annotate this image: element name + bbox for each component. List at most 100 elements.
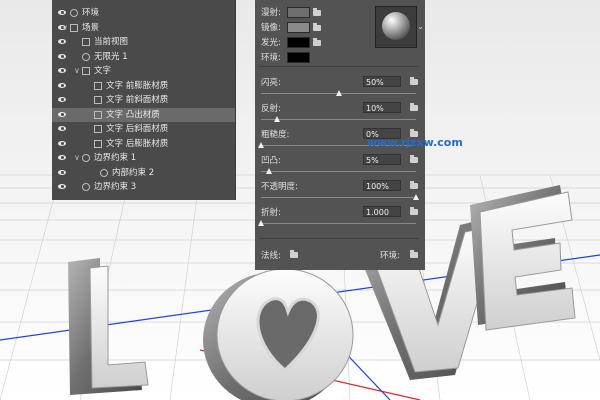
scene-layer-row[interactable]: 环境: [52, 6, 235, 20]
text-3d-icon: [82, 67, 90, 75]
color-swatch[interactable]: [287, 22, 310, 33]
texture-folder-icon[interactable]: [410, 207, 418, 215]
slider-handle[interactable]: [413, 194, 419, 200]
constraint-icon: [82, 154, 90, 162]
slider-handle[interactable]: [273, 116, 280, 122]
light-icon: [82, 52, 90, 61]
visibility-eye-icon[interactable]: [58, 111, 66, 117]
color-swatch[interactable]: [287, 52, 310, 63]
slider-handle[interactable]: [335, 90, 342, 96]
visibility-eye-icon[interactable]: [58, 140, 66, 146]
texture-folder-icon[interactable]: [313, 8, 321, 16]
material-icon: [94, 125, 102, 133]
material-icon: [94, 139, 102, 148]
material-icon: [94, 110, 102, 119]
watermark-text: www.rjzxw.com: [367, 136, 463, 149]
texture-folder-icon[interactable]: [410, 77, 418, 85]
normal-map-folder-icon[interactable]: [290, 250, 298, 258]
slider-label: 闪亮:: [261, 78, 281, 88]
slider-label: 粗糙度:: [261, 130, 290, 140]
scene-layer-row[interactable]: ∨ 场景: [52, 21, 235, 35]
visibility-eye-icon[interactable]: [58, 126, 66, 131]
material-icon: [94, 96, 102, 104]
slider-track[interactable]: [261, 223, 416, 224]
scene-layer-row[interactable]: 文字 后斜面材质: [52, 122, 235, 136]
material-icon: [94, 81, 102, 90]
3d-scene-panel: 环境 ∨ 场景当前视图无限光 1 ∨ 文字文字 前膨胀材质文字 前斜面材质 文字 凸出材质…: [52, 0, 236, 200]
scene-layer-row[interactable]: 文字 凸出材质: [52, 107, 235, 122]
slider-handle[interactable]: [265, 168, 272, 174]
slider-track[interactable]: [261, 119, 416, 120]
color-row-label: 漫射:: [261, 8, 281, 18]
scene-layer-label: 文字: [94, 66, 112, 76]
slider-track[interactable]: [261, 197, 416, 198]
visibility-eye-icon[interactable]: [58, 97, 66, 102]
scene-layer-row[interactable]: 当前视图: [52, 35, 235, 49]
expand-chevron-icon[interactable]: ∨: [74, 151, 80, 165]
normal-map-label: 法线:: [261, 251, 281, 261]
slider-label: 凹凸:: [261, 156, 281, 166]
visibility-eye-icon[interactable]: [58, 53, 66, 59]
scene-layer-label: 文字 前斜面材质: [106, 95, 169, 105]
divider: [259, 238, 419, 239]
material-preview-sphere-icon: [382, 12, 410, 40]
constraint-icon: [100, 168, 108, 177]
scene-layer-row[interactable]: 文字 前膨胀材质: [52, 79, 235, 93]
texture-folder-icon[interactable]: [313, 38, 321, 46]
scene-layer-label: 环境: [82, 8, 100, 18]
scene-layer-label: 无限光 1: [94, 51, 128, 62]
visibility-eye-icon[interactable]: [58, 39, 66, 44]
slider-value-field[interactable]: 10%: [363, 102, 401, 113]
color-row-label: 发光:: [261, 38, 281, 48]
scene-layer-label: 文字 后斜面材质: [106, 124, 169, 134]
visibility-eye-icon[interactable]: [58, 68, 66, 73]
visibility-eye-icon[interactable]: [58, 184, 66, 189]
scene-layer-row[interactable]: ∨ 文字: [52, 64, 235, 78]
scene-layer-row[interactable]: ∨ 边界约束 1: [52, 151, 235, 165]
environment-icon: [70, 9, 78, 17]
expand-chevron-icon[interactable]: ∨: [74, 64, 80, 78]
material-dropdown-chevron-icon[interactable]: ⌄: [417, 22, 424, 31]
slider-value-field[interactable]: 50%: [363, 76, 401, 87]
texture-folder-icon[interactable]: [313, 23, 321, 31]
scene-layer-label: 当前视图: [94, 37, 129, 47]
visibility-eye-icon[interactable]: [58, 155, 66, 160]
color-row-label: 镜像:: [261, 23, 281, 33]
slider-label: 折射:: [261, 208, 281, 218]
slider-handle[interactable]: [258, 142, 264, 148]
scene-layer-label: 内部约束 2: [112, 167, 155, 178]
scene-layer-row[interactable]: 内部约束 2: [52, 166, 235, 180]
scene-layer-label: 边界约束 3: [94, 182, 137, 192]
color-swatch[interactable]: [287, 7, 310, 18]
divider: [259, 66, 419, 67]
scene-icon: [70, 23, 78, 32]
scene-layer-row[interactable]: 边界约束 3: [52, 180, 235, 194]
scene-layer-row[interactable]: 文字 后膨胀材质: [52, 137, 235, 151]
scene-layer-label: 文字 凸出材质: [106, 109, 160, 120]
slider-track[interactable]: [261, 171, 416, 172]
scene-layer-label: 场景: [82, 22, 100, 33]
3d-material-properties-panel: 漫射: 镜像: 发光: 环境: ⌄ 闪亮: 50% 反射: 10% 粗糙度: 0% 凹凸: 5% 不透…: [255, 0, 425, 270]
scene-layer-label: 边界约束 1: [94, 153, 137, 163]
expand-chevron-icon[interactable]: ∨: [62, 21, 68, 35]
color-swatch[interactable]: [287, 37, 310, 48]
slider-value-field[interactable]: 1.000: [363, 206, 401, 217]
visibility-eye-icon[interactable]: [58, 10, 66, 15]
scene-layer-row[interactable]: 文字 前斜面材质: [52, 93, 235, 107]
slider-value-field[interactable]: 5%: [363, 154, 401, 165]
visibility-eye-icon[interactable]: [58, 82, 66, 88]
texture-folder-icon[interactable]: [410, 155, 418, 163]
constraint-icon: [82, 183, 90, 191]
letter-e: [470, 185, 576, 331]
environment-map-folder-icon[interactable]: [410, 250, 418, 258]
texture-folder-icon[interactable]: [410, 181, 418, 189]
slider-label: 不透明度:: [261, 182, 298, 192]
scene-layer-row[interactable]: 无限光 1: [52, 50, 235, 64]
slider-value-field[interactable]: 100%: [363, 180, 401, 191]
slider-handle[interactable]: [258, 220, 264, 226]
color-row-label: 环境:: [261, 53, 281, 63]
texture-folder-icon[interactable]: [410, 103, 418, 111]
visibility-eye-icon[interactable]: [58, 169, 66, 175]
view-icon: [82, 38, 90, 46]
material-preview[interactable]: [375, 6, 417, 48]
